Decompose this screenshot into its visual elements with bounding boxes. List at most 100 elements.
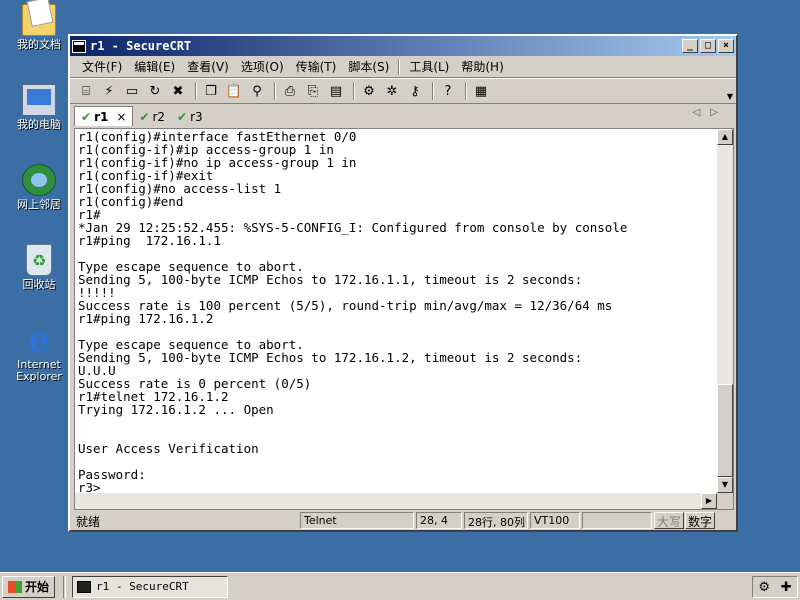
disconnect-icon[interactable]: ✖ bbox=[168, 81, 188, 101]
terminal-line: r1(config)#end bbox=[78, 194, 184, 209]
help-icon[interactable]: ? bbox=[438, 81, 458, 101]
horizontal-scrollbar[interactable]: ▶ bbox=[75, 493, 717, 509]
menu-view[interactable]: 查看(V) bbox=[181, 56, 235, 77]
tab-close-icon[interactable]: × bbox=[116, 110, 126, 124]
toolbar-overflow-icon[interactable]: ▼ bbox=[727, 92, 733, 101]
num-lock-indicator: 数字 bbox=[685, 511, 716, 529]
connected-check-icon: ✔ bbox=[139, 110, 150, 124]
scroll-up-icon[interactable]: ▲ bbox=[717, 129, 733, 145]
menu-separator bbox=[398, 58, 401, 75]
taskbar-item-securecrt[interactable]: r1 - SecureCRT bbox=[72, 575, 229, 598]
start-label: 开始 bbox=[25, 580, 50, 594]
copy-icon[interactable]: ❐ bbox=[201, 81, 221, 101]
menu-options[interactable]: 选项(O) bbox=[235, 56, 290, 77]
menu-tools[interactable]: 工具(L) bbox=[403, 56, 455, 77]
paste-icon[interactable]: 📋 bbox=[224, 81, 244, 101]
folder-icon bbox=[22, 4, 56, 36]
taskbar-separator bbox=[63, 575, 67, 598]
session-options-icon[interactable]: ⚙ bbox=[359, 81, 379, 101]
status-ready: 就绪 bbox=[76, 514, 101, 529]
desktop-icon-my-documents[interactable]: 我的文档 bbox=[8, 4, 70, 51]
windows-flag-icon bbox=[8, 580, 22, 593]
internet-explorer-icon: e bbox=[28, 320, 50, 360]
terminal-line: r3> bbox=[78, 480, 101, 493]
system-tray: ⚙ ✚ bbox=[752, 576, 798, 598]
tab-scroll-arrows-icon[interactable]: ◁▷ bbox=[693, 107, 728, 118]
toolbar: ⌸ ⚡ ▭ ↻ ✖ ❐ 📋 ⚲ ⎙ ⎘ ▤ ⚙ ✲ ⚷ ? ▦ ▼ bbox=[70, 78, 736, 104]
terminal-line: r1#ping 172.16.1.2 bbox=[78, 311, 214, 326]
status-emulation: VT100 bbox=[530, 511, 580, 529]
desktop-icon-label: 我的文档 bbox=[17, 38, 61, 51]
tab-r2[interactable]: ✔ r2 bbox=[133, 108, 171, 126]
securecrt-window: r1 - SecureCRT _ □ × 文件(F) 编辑(E) 查看(V) 选… bbox=[68, 34, 738, 532]
status-terminal-size: 28行, 80列 bbox=[464, 511, 528, 529]
menu-edit[interactable]: 编辑(E) bbox=[128, 56, 181, 77]
securecrt-app-icon[interactable] bbox=[72, 39, 86, 53]
status-bar: 就绪 Telnet 28, 4 28行, 80列 VT100 大写 数字 bbox=[70, 510, 736, 530]
print-icon[interactable]: ⎙ bbox=[280, 81, 300, 101]
menu-file[interactable]: 文件(F) bbox=[76, 56, 128, 77]
toolbar-separator bbox=[353, 82, 355, 100]
sftp-icon[interactable]: ▦ bbox=[471, 81, 491, 101]
desktop-icon-network-places[interactable]: 网上邻居 bbox=[8, 164, 70, 211]
find-icon[interactable]: ⚲ bbox=[247, 81, 267, 101]
scrollbar-corner bbox=[717, 493, 733, 509]
caps-lock-indicator: 大写 bbox=[654, 511, 685, 529]
maximize-button[interactable]: □ bbox=[700, 39, 716, 53]
desktop-icon-label: 回收站 bbox=[22, 278, 56, 291]
desktop-icon-my-computer[interactable]: 我的电脑 bbox=[8, 84, 70, 131]
terminal-line: User Access Verification bbox=[78, 441, 259, 456]
vertical-scroll-thumb[interactable] bbox=[717, 384, 733, 477]
session-tabs: ✔ r1 × ✔ r2 ✔ r3 ◁▷ bbox=[70, 104, 736, 126]
menubar: 文件(F) 编辑(E) 查看(V) 选项(O) 传输(T) 脚本(S) 工具(L… bbox=[70, 56, 736, 78]
tray-security-icon[interactable]: ✚ bbox=[781, 580, 792, 595]
start-button[interactable]: 开始 bbox=[2, 575, 56, 598]
menu-help[interactable]: 帮助(H) bbox=[455, 56, 509, 77]
window-titlebar[interactable]: r1 - SecureCRT _ □ × bbox=[70, 36, 736, 56]
taskbar: 开始 r1 - SecureCRT ⚙ ✚ bbox=[0, 572, 800, 600]
terminal-line: r1#ping 172.16.1.1 bbox=[78, 233, 221, 248]
computer-icon bbox=[22, 84, 56, 116]
tray-network-icon[interactable]: ⚙ bbox=[758, 580, 770, 595]
network-globe-icon bbox=[22, 164, 56, 196]
desktop-icon-label: Internet Explorer bbox=[16, 358, 62, 383]
global-options-icon[interactable]: ✲ bbox=[382, 81, 402, 101]
quick-connect-icon[interactable]: ⚡ bbox=[99, 81, 119, 101]
terminal-line: Sending 5, 100-byte ICMP Echos to 172.16… bbox=[78, 272, 583, 287]
scroll-down-icon[interactable]: ▼ bbox=[717, 477, 733, 493]
securecrt-taskbar-icon bbox=[77, 580, 92, 593]
connect-tab-icon[interactable]: ▭ bbox=[122, 81, 142, 101]
vertical-scrollbar[interactable]: ▲ ▼ bbox=[717, 129, 733, 493]
reconnect-icon[interactable]: ↻ bbox=[145, 81, 165, 101]
menu-script[interactable]: 脚本(S) bbox=[342, 56, 395, 77]
toolbar-separator bbox=[274, 82, 276, 100]
desktop-icon-recycle-bin[interactable]: 回收站 bbox=[8, 244, 70, 291]
status-blank bbox=[582, 511, 652, 529]
terminal-line: Trying 172.16.1.2 ... Open bbox=[78, 402, 274, 417]
terminal-output[interactable]: r1(config)#interface fastEthernet 0/0 r1(… bbox=[75, 129, 717, 493]
print-selection-icon[interactable]: ⎘ bbox=[303, 81, 323, 101]
terminal-pane[interactable]: r1(config)#interface fastEthernet 0/0 r1(… bbox=[74, 128, 734, 510]
connected-check-icon: ✔ bbox=[177, 110, 188, 124]
tab-label: r1 bbox=[94, 109, 109, 124]
print-setup-icon[interactable]: ▤ bbox=[326, 81, 346, 101]
tab-r1[interactable]: ✔ r1 × bbox=[74, 106, 134, 126]
status-cursor-position: 28, 4 bbox=[416, 511, 462, 529]
keymap-icon[interactable]: ⚷ bbox=[405, 81, 425, 101]
connect-icon[interactable]: ⌸ bbox=[76, 81, 96, 101]
terminal-line: Sending 5, 100-byte ICMP Echos to 172.16… bbox=[78, 350, 583, 365]
minimize-button[interactable]: _ bbox=[682, 39, 698, 53]
taskbar-item-label: r1 - SecureCRT bbox=[96, 580, 189, 593]
toolbar-separator bbox=[465, 82, 467, 100]
tab-r3[interactable]: ✔ r3 bbox=[171, 108, 209, 126]
desktop-icon-internet-explorer[interactable]: e Internet Explorer bbox=[8, 320, 70, 383]
desktop-icon-label: 网上邻居 bbox=[17, 198, 61, 211]
menu-transfer[interactable]: 传输(T) bbox=[290, 56, 343, 77]
close-button[interactable]: × bbox=[718, 39, 734, 53]
toolbar-separator bbox=[195, 82, 197, 100]
window-title: r1 - SecureCRT bbox=[90, 39, 192, 53]
toolbar-separator bbox=[432, 82, 434, 100]
scroll-right-icon[interactable]: ▶ bbox=[701, 493, 717, 509]
